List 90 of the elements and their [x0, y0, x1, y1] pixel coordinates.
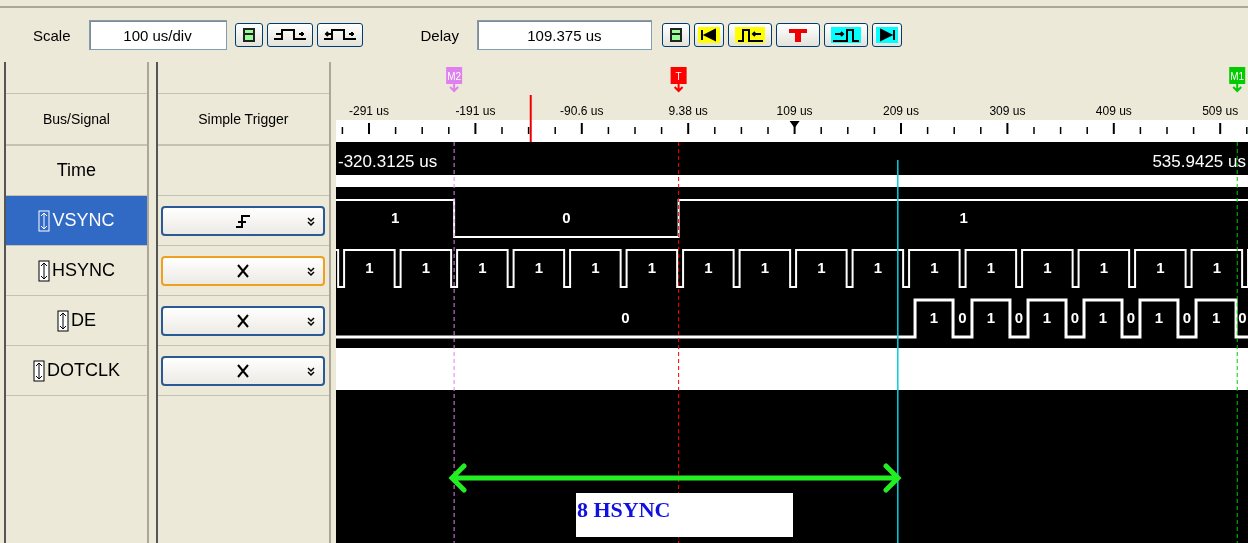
wave-value: 1 [477, 259, 487, 276]
tick-label: -90.6 us [559, 104, 604, 118]
wave-value: 1 [703, 259, 713, 276]
wave-value: 1 [364, 259, 374, 276]
wave-value: 1 [816, 259, 826, 276]
signal-name: HSYNC [51, 260, 115, 281]
calculator-button[interactable] [661, 23, 690, 47]
wave-value: 0 [1238, 309, 1247, 326]
delay-field[interactable]: 109.375 us [476, 20, 652, 50]
chevron-down-icon [307, 366, 316, 377]
bus-handle-icon [38, 209, 51, 232]
time-start: -320.3125 us [337, 152, 437, 171]
pulse-arrows-icon [271, 27, 308, 43]
wave-value: 0 [958, 309, 967, 326]
chevron-down-icon [307, 266, 316, 277]
skip-end-icon [875, 27, 898, 43]
wave-value: 0 [1182, 309, 1191, 326]
edge-arrow-icon [734, 27, 765, 43]
bus-handle-icon [56, 309, 69, 332]
column-header[interactable]: Simple Trigger [157, 94, 329, 146]
time-end: 535.9425 us [1152, 152, 1246, 171]
wave-value: 0 [1126, 309, 1135, 326]
zoom-in-button[interactable] [266, 23, 313, 47]
wave-value: 1 [929, 309, 938, 326]
wave-value: 1 [873, 259, 882, 276]
tick-label: 309 us [989, 104, 1026, 118]
tick-label: 509 us [1201, 104, 1238, 118]
delay-pointer-icon [789, 121, 800, 128]
signal-row[interactable]: DE [6, 296, 147, 346]
tick-label: 209 us [882, 104, 919, 118]
tick-label: 9.38 us [668, 104, 708, 118]
go-to-end-button[interactable] [871, 23, 902, 47]
signal-name: VSYNC [52, 210, 115, 231]
wave-value: 1 [1154, 309, 1163, 326]
wave-value: 1 [534, 259, 543, 276]
wave-value: 1 [590, 259, 600, 276]
signal-name: DE [70, 310, 96, 331]
zoom-out-button[interactable] [316, 23, 363, 47]
wave-value: 1 [986, 309, 995, 326]
wave-value: 1 [760, 259, 769, 276]
wave-value: 1 [647, 259, 656, 276]
bus-handle-icon [32, 359, 45, 382]
wave-value: 0 [621, 309, 630, 326]
trigger-dropdown[interactable] [161, 205, 326, 236]
wave-value: 1 [1099, 259, 1108, 276]
wave-value: 1 [390, 209, 399, 226]
wave-value: 0 [1014, 309, 1023, 326]
trigger-dropdown[interactable] [161, 355, 326, 386]
wave-value: 1 [1098, 309, 1107, 326]
delay-label: Delay [420, 26, 459, 44]
edge-arrow-icon [830, 27, 861, 43]
calculator-icon [668, 27, 683, 43]
wave-value: 1 [1042, 259, 1052, 276]
pulse-arrows-icon [321, 27, 358, 43]
chevron-down-icon [307, 316, 316, 327]
wave-value: 1 [986, 259, 995, 276]
trigger-dropdown[interactable] [161, 305, 326, 336]
calculator-button[interactable] [234, 23, 263, 47]
scale-label: Scale [33, 26, 71, 44]
trigger-dropdown[interactable] [161, 255, 326, 286]
signal-row[interactable]: DOTCLK [6, 346, 147, 396]
scale-field[interactable]: 100 us/div [88, 20, 227, 50]
column-header[interactable]: Bus/Signal [6, 94, 147, 146]
tick-label: 409 us [1095, 104, 1132, 118]
signal-row[interactable]: VSYNC [6, 196, 147, 246]
tick-label: -291 us [348, 104, 389, 118]
wave-value: 1 [1212, 259, 1221, 276]
wave-value: 1 [1042, 309, 1051, 326]
previous-edge-button[interactable] [727, 23, 772, 47]
calculator-icon [241, 27, 256, 43]
next-edge-button[interactable] [823, 23, 868, 47]
annotation-text: 8 HSYNC [576, 497, 671, 522]
go-to-start-button[interactable] [693, 23, 724, 47]
cursor-line [529, 94, 532, 143]
tick-label: -191 us [455, 104, 496, 118]
bus-handle-icon [37, 259, 50, 282]
trigger-button[interactable] [775, 23, 820, 47]
wave-value: 0 [561, 209, 571, 226]
wave-value: 1 [1211, 309, 1220, 326]
wave-value: 1 [421, 259, 430, 276]
signal-name: DOTCLK [46, 360, 120, 381]
skip-start-icon [697, 27, 720, 43]
chevron-down-icon [307, 216, 316, 227]
wave-value: 1 [959, 209, 968, 226]
wave-value: 0 [1070, 309, 1079, 326]
rising-edge-icon [234, 212, 253, 229]
wave-value: 1 [1155, 259, 1165, 276]
signal-row[interactable]: HSYNC [6, 246, 147, 296]
tick-label: 109 us [776, 104, 813, 118]
wave-value: 1 [929, 259, 939, 276]
